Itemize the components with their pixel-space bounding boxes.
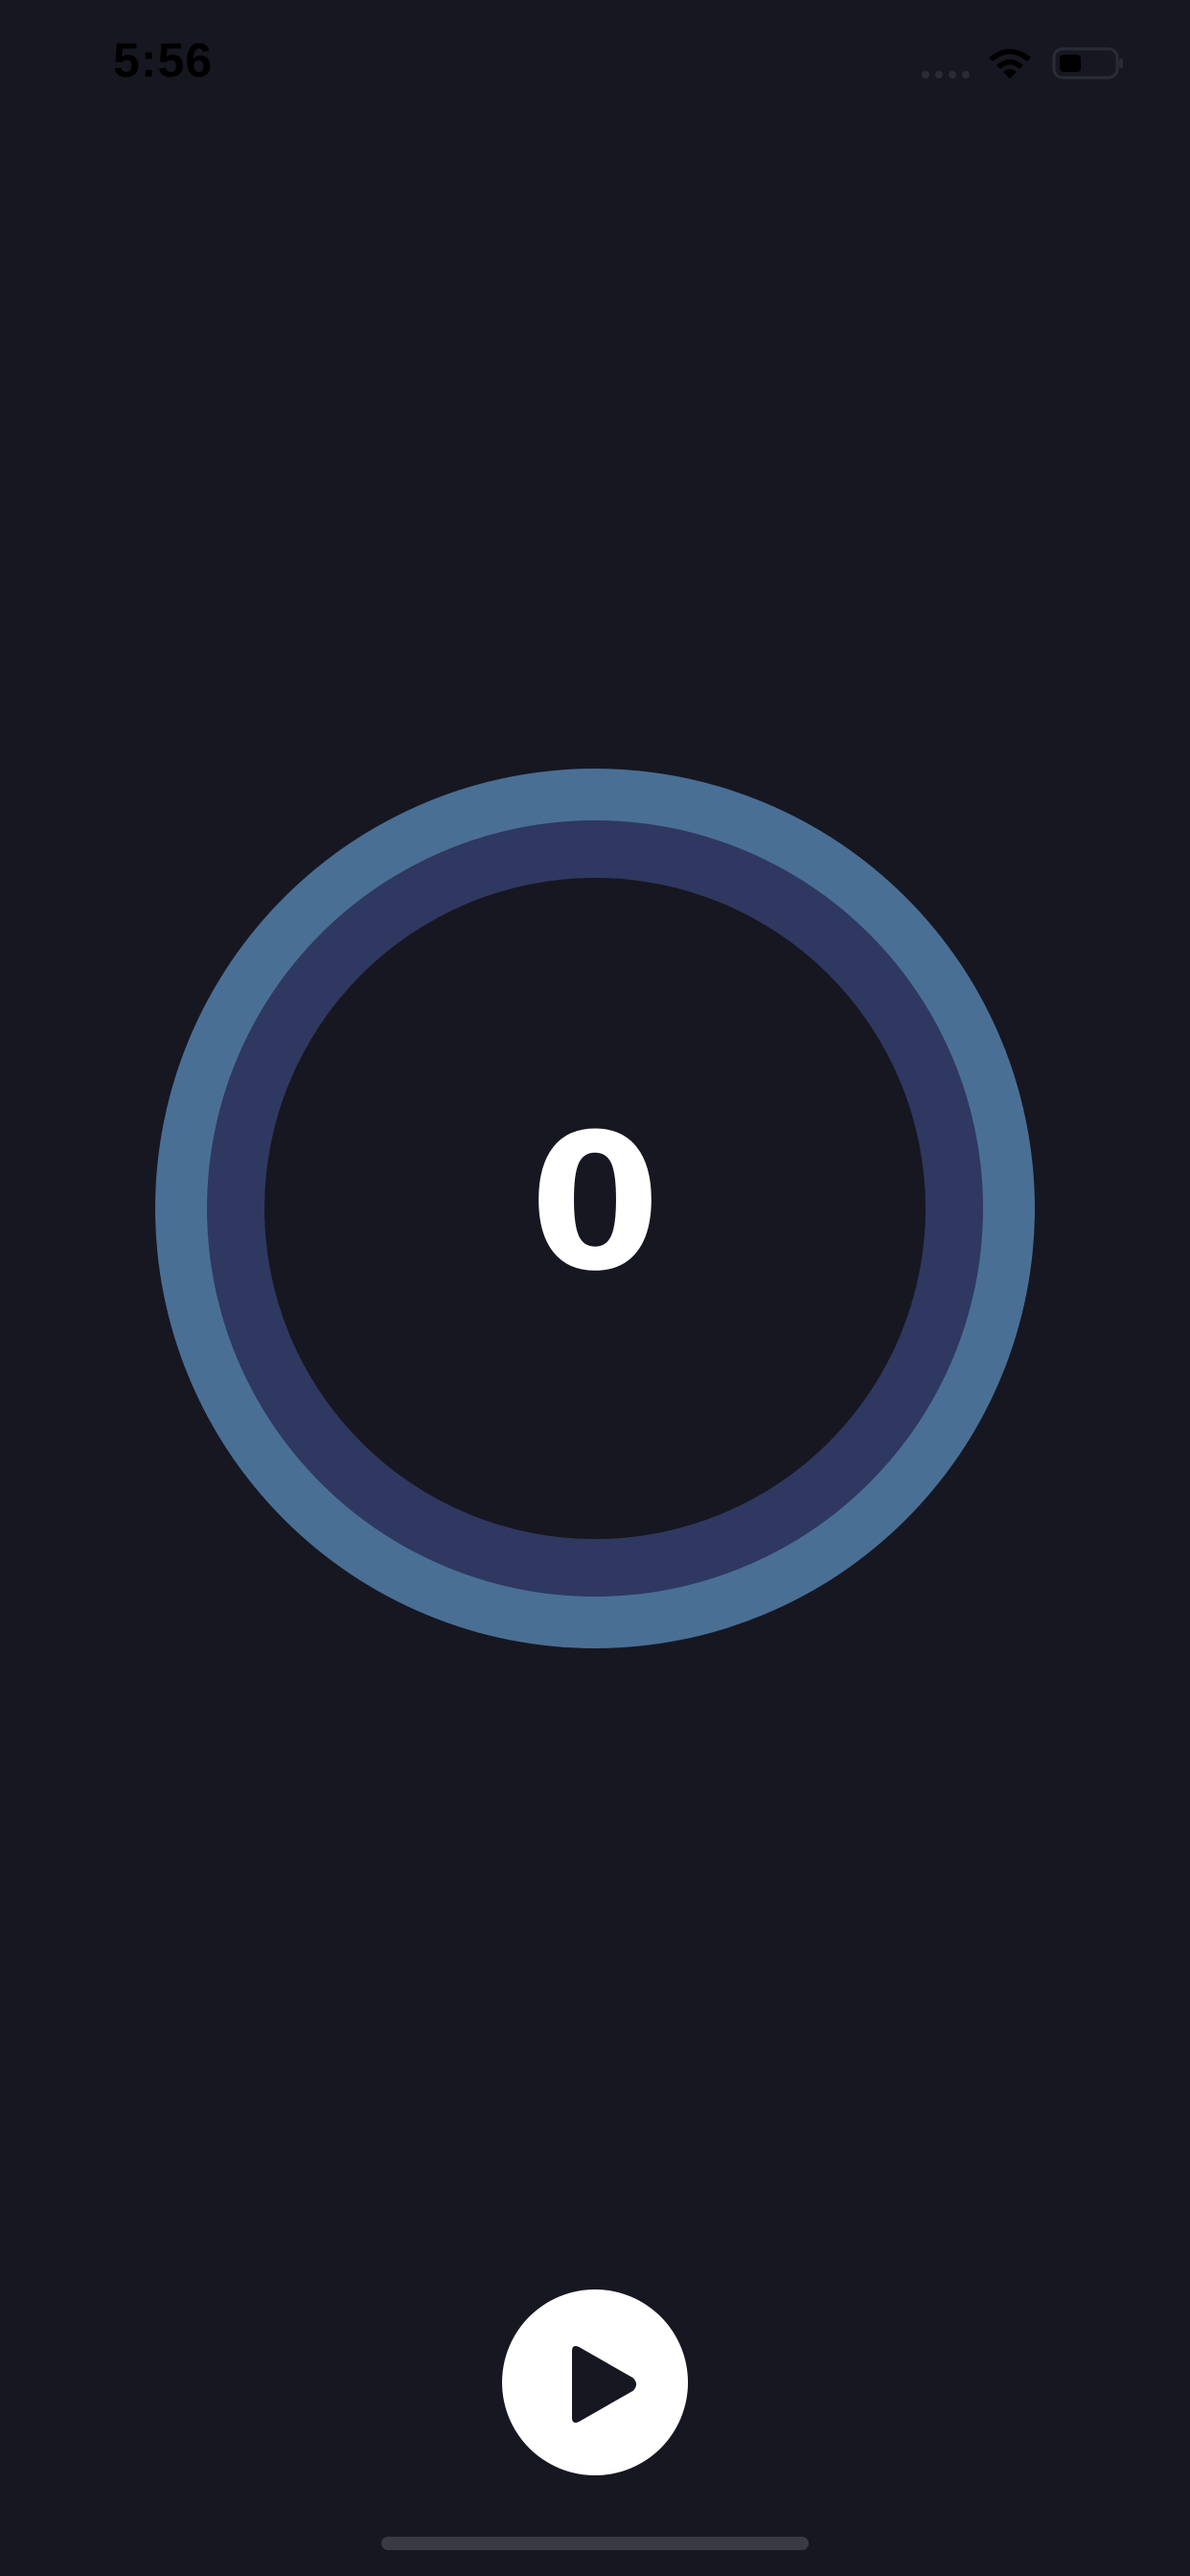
play-icon xyxy=(572,2346,636,2423)
status-bar: 5:56 xyxy=(0,0,1190,129)
counter-ring: 0 xyxy=(155,769,1035,1648)
app-screen: 5:56 0 xyxy=(0,0,1190,2576)
status-time: 5:56 xyxy=(113,34,214,87)
ring-inner: 0 xyxy=(264,878,926,1539)
home-indicator[interactable] xyxy=(381,2537,809,2550)
counter-value: 0 xyxy=(529,1094,661,1313)
cellular-signal-icon xyxy=(922,69,970,79)
play-button[interactable] xyxy=(502,2289,688,2475)
battery-icon xyxy=(1052,47,1123,80)
wifi-icon xyxy=(989,49,1031,79)
